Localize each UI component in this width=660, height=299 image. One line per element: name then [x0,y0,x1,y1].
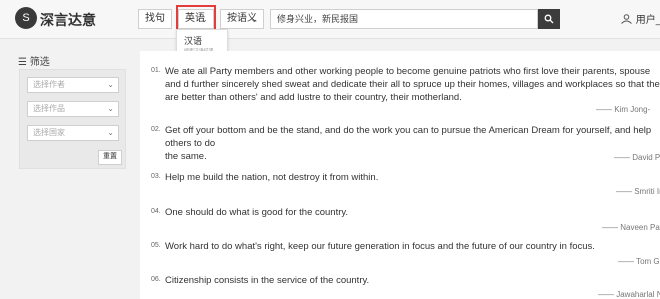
option-label: 汉语 [184,36,203,46]
quote-text: Get off your bottom and be the stand, an… [165,125,652,162]
filter-title: ☰ 筛选 [18,53,50,68]
quote-author[interactable]: —— Tom Gra [618,257,660,266]
country-select-placeholder: 选择国家 [33,128,65,137]
search-icon [544,14,554,24]
quote-number: 02. [151,126,161,133]
search-type-dropdown[interactable]: 找句 ⌄ [138,9,172,29]
quote-text: Citizenship consists in the service of t… [165,275,370,286]
author-select[interactable]: 选择作者 ⌄ [27,77,119,93]
filter-title-label: 筛选 [29,57,50,68]
logo-icon[interactable]: S [15,7,37,29]
menu-icon: ☰ [18,57,27,68]
author-select-placeholder: 选择作者 [33,80,65,89]
username: 用户_ [635,15,660,26]
quote-author[interactable]: —— Smriti Ir [616,187,660,196]
quote-number: 03. [151,173,161,180]
country-select[interactable]: 选择国家 ⌄ [27,125,119,141]
mode-dropdown[interactable]: 按语义 ⌄ [220,9,264,29]
quote-text: We ate all Party members and other worki… [165,66,660,103]
quote-number: 04. [151,208,161,215]
chevron-down-icon: ⌄ [107,104,114,113]
results-panel: 01. We ate all Party members and other w… [140,51,660,299]
quote-author[interactable]: —— Naveen Patn [602,223,660,232]
user-menu[interactable]: 用户_ [620,11,660,26]
language-dropdown-highlight [176,5,216,31]
chevron-down-icon: ⌄ [107,128,114,137]
quote-number: 05. [151,242,161,249]
top-bar: S 深言达意 找句 ⌄ 英语 ⌄ 按语义 ⌄ 修身兴业，新民报国 用户_ [0,0,660,39]
quote-number: 01. [151,67,161,74]
logo-text[interactable]: 深言达意 [40,10,96,30]
chevron-down-icon: ⌄ [158,14,166,24]
chevron-down-icon: ⌄ [250,14,258,24]
filter-panel: 选择作者 ⌄ 选择作品 ⌄ 选择国家 ⌄ 重置 [19,69,126,169]
reset-button[interactable]: 重置 [98,150,122,165]
quote-author[interactable]: —— David Pa [614,153,660,162]
search-input[interactable]: 修身兴业，新民报国 [270,9,538,29]
chevron-down-icon: ⌄ [107,80,114,89]
quote-text: One should do what is good for the count… [165,207,349,218]
quote-author[interactable]: —— Jawaharlal Ne [598,290,660,299]
user-icon [621,14,632,24]
work-select[interactable]: 选择作品 ⌄ [27,101,119,117]
quote-text: Work hard to do what's right, keep our f… [165,241,595,252]
work-select-placeholder: 选择作品 [33,104,65,113]
search-button[interactable] [538,9,560,29]
quote-author[interactable]: —— Kim Jong- [596,105,650,114]
quote-text: Help me build the nation, not destroy it… [165,172,379,183]
quote-number: 06. [151,276,161,283]
